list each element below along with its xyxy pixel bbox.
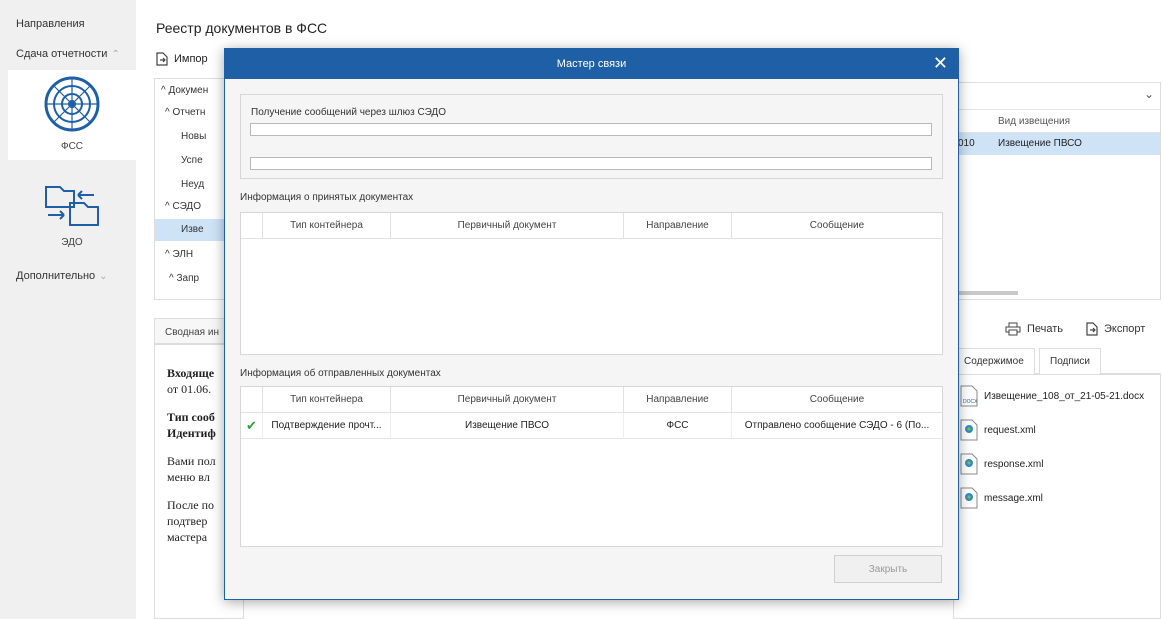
nav-tile-edo-label: ЭДО [61, 237, 83, 248]
sent-documents-table: Тип контейнера Первичный документ Направ… [240, 386, 943, 547]
dialog-titlebar: Мастер связи ✕ [225, 49, 958, 79]
column-notice-type[interactable]: Вид извещения [998, 116, 1070, 127]
nav-directions[interactable]: Направления [16, 18, 85, 30]
export-label: Экспорт [1104, 323, 1146, 335]
xml-file-icon [960, 453, 978, 475]
file-name: response.xml [984, 458, 1044, 470]
close-button[interactable]: Закрыть [834, 555, 942, 583]
horizontal-scrollbar[interactable] [958, 291, 1018, 295]
tree-item[interactable]: ^ СЭДО [165, 201, 201, 212]
tab-contents[interactable]: Содержимое [953, 348, 1035, 374]
column-container-type[interactable]: Тип контейнера [263, 213, 391, 239]
dialog-title: Мастер связи [556, 58, 627, 70]
list-item[interactable]: response.xml [960, 453, 1043, 475]
file-name: Извещение_108_от_21-05-21.docx [984, 390, 1145, 402]
grid-header: Вид извещения [954, 109, 1160, 133]
progress-bar-secondary [250, 157, 932, 170]
cell-status: ✔ [241, 413, 263, 439]
row-notice-type: Извещение ПВСО [998, 138, 1082, 149]
tree-item[interactable]: ^ Докумен [161, 85, 208, 96]
nav-reporting-label: Сдача отчетности [16, 48, 108, 60]
file-list: DOCX Извещение_108_от_21-05-21.docx requ… [953, 374, 1161, 619]
page-title: Реестр документов в ФСС [156, 20, 328, 36]
column-container-type[interactable]: Тип контейнера [263, 387, 391, 413]
table-row[interactable]: ✔ Подтверждение прочт... Извещение ПВСО … [241, 413, 942, 439]
svg-text:DOCX: DOCX [963, 399, 978, 405]
column-status [241, 387, 263, 413]
export-button[interactable]: Экспорт [1086, 322, 1145, 336]
import-file-icon [156, 52, 168, 66]
nav-tile-fss-label: ФСС [60, 141, 84, 152]
tree-item[interactable]: ^ ЭЛН [165, 249, 193, 260]
file-name: request.xml [984, 424, 1036, 436]
checkmark-icon: ✔ [246, 418, 257, 433]
nav-reporting[interactable]: Сдача отчетности ⌃ [16, 48, 120, 60]
list-item[interactable]: request.xml [960, 419, 1036, 441]
printer-icon [1005, 322, 1021, 336]
column-direction[interactable]: Направление [624, 387, 732, 413]
tree-item[interactable]: ^ Запр [169, 273, 199, 284]
close-icon[interactable]: ✕ [933, 53, 948, 73]
row-code: 010 [958, 138, 975, 149]
table-row[interactable]: 010 Извещение ПВСО [954, 133, 1160, 155]
connection-wizard-dialog: Мастер связи ✕ Получение сообщений через… [224, 48, 959, 600]
nav-tile-edo[interactable]: ЭДО [8, 166, 136, 256]
tab-signatures[interactable]: Подписи [1039, 348, 1101, 374]
column-message[interactable]: Сообщение [732, 213, 942, 239]
received-section-label: Информация о принятых документах [240, 192, 414, 203]
documents-grid: ⌄ Вид извещения 010 Извещение ПВСО [953, 82, 1161, 300]
cell-primary-document: Извещение ПВСО [391, 413, 624, 439]
import-label: Импор [174, 53, 208, 65]
list-item[interactable]: message.xml [960, 487, 1043, 509]
export-file-icon [1086, 322, 1098, 336]
docx-file-icon: DOCX [960, 385, 978, 407]
column-primary-document[interactable]: Первичный документ [391, 387, 624, 413]
sent-section-label: Информация об отправленных документах [240, 368, 441, 379]
import-button[interactable]: Импор [156, 52, 208, 66]
table-header: Тип контейнера Первичный документ Направ… [241, 213, 942, 239]
nav-additional[interactable]: Дополнительно ⌄ [16, 270, 108, 282]
app-window: Направления Сдача отчетности ⌃ ФСС ЭДО До… [0, 0, 1163, 619]
chevron-down-icon: ⌄ [99, 271, 108, 282]
file-name: message.xml [984, 492, 1043, 504]
print-button[interactable]: Печать [1005, 322, 1063, 336]
nav-additional-label: Дополнительно [16, 270, 96, 282]
cell-message: Отправлено сообщение СЭДО - 6 (По... [744, 420, 930, 431]
right-tabs: Содержимое Подписи [953, 348, 1161, 374]
print-label: Печать [1027, 323, 1064, 335]
column-status [241, 213, 263, 239]
column-direction[interactable]: Направление [624, 213, 732, 239]
progress-bar-primary [250, 123, 932, 136]
column-message[interactable]: Сообщение [732, 387, 942, 413]
tree-item[interactable]: Успе [181, 155, 203, 166]
tree-item[interactable]: Неуд [181, 179, 204, 190]
received-documents-table: Тип контейнера Первичный документ Направ… [240, 212, 943, 355]
column-primary-document[interactable]: Первичный документ [391, 213, 624, 239]
chevron-down-icon[interactable]: ⌄ [1144, 87, 1154, 101]
chevron-up-icon: ⌃ [111, 49, 120, 60]
folder-exchange-icon [45, 186, 99, 226]
fss-logo-icon [44, 76, 100, 132]
left-navigation: Направления Сдача отчетности ⌃ ФСС ЭДО До… [0, 0, 136, 619]
xml-file-icon [960, 487, 978, 509]
list-item[interactable]: DOCX Извещение_108_от_21-05-21.docx [960, 385, 1144, 407]
nav-tile-fss[interactable]: ФСС [8, 70, 136, 160]
gateway-label: Получение сообщений через шлюз СЭДО [251, 107, 446, 118]
table-header: Тип контейнера Первичный документ Направ… [241, 387, 942, 413]
xml-file-icon [960, 419, 978, 441]
tree-item[interactable]: Новы [181, 131, 206, 142]
cell-direction: ФСС [624, 413, 732, 439]
cell-container-type: Подтверждение прочт... [263, 413, 391, 439]
tree-item[interactable]: ^ Отчетн [165, 107, 205, 118]
gateway-group: Получение сообщений через шлюз СЭДО [240, 94, 943, 179]
